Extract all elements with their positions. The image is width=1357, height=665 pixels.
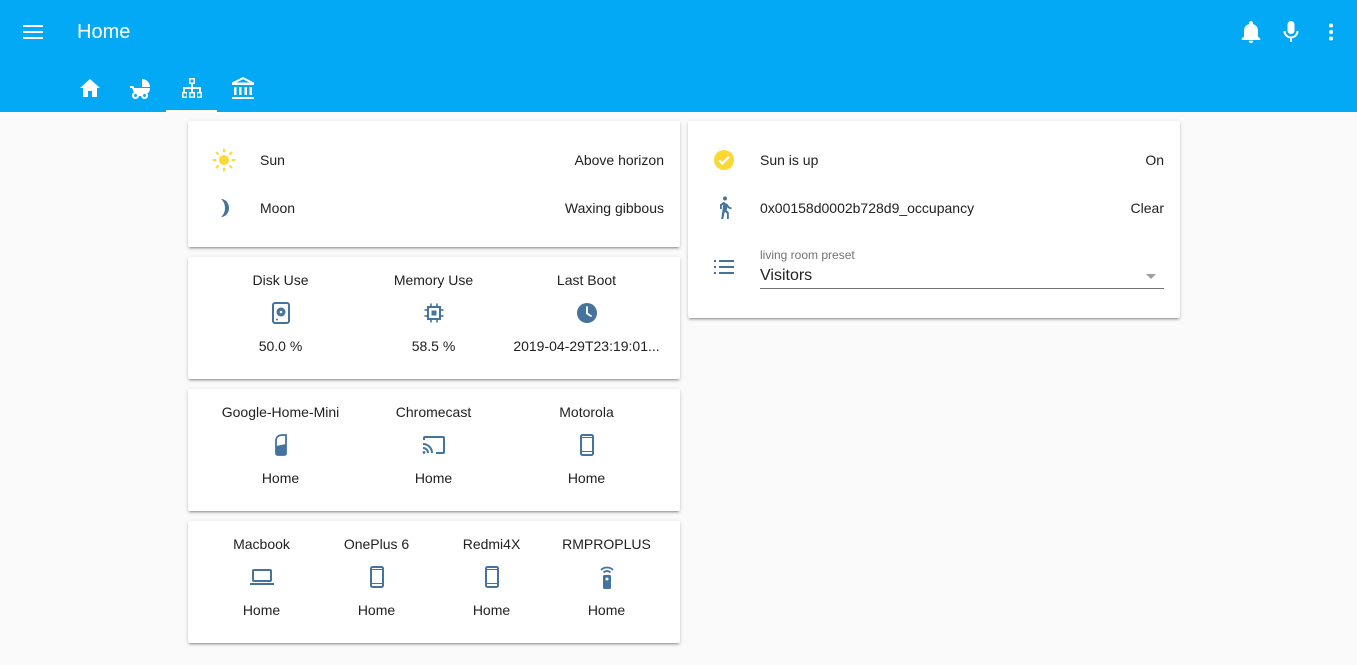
- bank-icon: [231, 77, 254, 99]
- chip-icon: [422, 301, 446, 325]
- walk-icon: [712, 196, 736, 220]
- glance-name: Google-Home-Mini: [221, 404, 340, 420]
- network-icon: [181, 78, 202, 98]
- glance-name: RMPROPLUS: [562, 536, 651, 552]
- glance-rmproplus[interactable]: RMPROPLUS Home: [549, 534, 664, 620]
- glance-state: Home: [567, 470, 606, 486]
- glance-state: Home: [261, 470, 300, 486]
- entity-name: Sun: [260, 152, 285, 168]
- select-dropdown[interactable]: Visitors: [760, 263, 1164, 289]
- harddisk-icon: [269, 301, 293, 325]
- entity-state: On: [1145, 152, 1164, 168]
- microphone-icon[interactable]: [1279, 18, 1303, 46]
- remote-icon: [595, 565, 619, 589]
- list-icon: [712, 255, 736, 279]
- tab-stroller[interactable]: [115, 64, 166, 112]
- entities-card: Sun Above horizon Moon Waxing gibbous: [188, 121, 680, 247]
- laptop-icon: [249, 565, 274, 589]
- glance-state: Home: [472, 602, 511, 618]
- entity-row-sun-is-up[interactable]: Sun is up On: [688, 140, 1180, 180]
- glance-state: 50.0 %: [258, 338, 303, 354]
- entity-row-occupancy[interactable]: 0x00158d0002b728d9_occupancy Clear: [688, 188, 1180, 228]
- devices2-glance-card: Macbook Home OnePlus 6 Home Redmi4X Home…: [188, 521, 680, 643]
- preset-select[interactable]: living room preset Visitors: [760, 247, 1164, 289]
- phone-icon: [480, 565, 504, 589]
- phone-icon: [365, 565, 389, 589]
- select-value: Visitors: [760, 267, 813, 284]
- glance-name: OnePlus 6: [343, 536, 410, 552]
- right-entities-card: Sun is up On 0x00158d0002b728d9_occupanc…: [688, 121, 1180, 318]
- glance-macbook[interactable]: Macbook Home: [204, 534, 319, 620]
- glance-state: 58.5 %: [411, 338, 456, 354]
- glance-state: Home: [357, 602, 396, 618]
- clock-icon: [575, 301, 599, 325]
- glance-name: Disk Use: [252, 272, 309, 288]
- glance-motorola[interactable]: Motorola Home: [510, 402, 663, 488]
- glance-name: Macbook: [233, 536, 290, 552]
- glance-state: 2019-04-29T23:19:01...: [513, 338, 660, 354]
- entity-state: Clear: [1130, 200, 1164, 216]
- app-header: Home: [0, 0, 1357, 112]
- entity-state: Waxing gibbous: [564, 200, 664, 216]
- tab-home[interactable]: [64, 64, 115, 112]
- glance-memory-use[interactable]: Memory Use 58.5 %: [357, 270, 510, 356]
- entity-row-moon[interactable]: Moon Waxing gibbous: [188, 188, 680, 228]
- sun-icon: [212, 148, 236, 172]
- header-actions: [1239, 18, 1343, 46]
- stroller-icon: [129, 79, 150, 99]
- glance-oneplus-6[interactable]: OnePlus 6 Home: [319, 534, 434, 620]
- glance-google-home-mini[interactable]: Google-Home-Mini Home: [204, 402, 357, 488]
- glance-name: Redmi4X: [462, 536, 521, 552]
- glance-name: Last Boot: [556, 272, 617, 288]
- glance-name: Memory Use: [393, 272, 474, 288]
- glance-chromecast[interactable]: Chromecast Home: [357, 402, 510, 488]
- dropdown-arrow-icon[interactable]: [1146, 274, 1156, 279]
- glance-name: Motorola: [559, 404, 614, 420]
- view-tabs: [64, 64, 268, 112]
- phone-icon: [575, 433, 599, 457]
- bell-icon[interactable]: [1239, 18, 1263, 46]
- devices-glance-card: Google-Home-Mini Home Chromecast Home Mo…: [188, 389, 680, 511]
- entity-name: 0x00158d0002b728d9_occupancy: [760, 200, 975, 216]
- home-icon: [79, 79, 100, 97]
- glance-state: Home: [242, 602, 281, 618]
- entity-name: Moon: [260, 200, 296, 216]
- more-vert-icon[interactable]: [1319, 18, 1343, 46]
- menu-icon[interactable]: [20, 20, 46, 44]
- google-home-icon: [269, 433, 293, 457]
- select-label: living room preset: [760, 248, 855, 262]
- entity-name: Sun is up: [760, 152, 819, 168]
- moon-icon: [212, 196, 236, 220]
- tab-bank[interactable]: [217, 64, 268, 112]
- check-circle-icon: [712, 148, 736, 172]
- page-title: Home: [77, 21, 131, 43]
- glance-disk-use[interactable]: Disk Use 50.0 %: [204, 270, 357, 356]
- system-glance-card: Disk Use 50.0 % Memory Use 58.5 % Last B…: [188, 257, 680, 379]
- glance-state: Home: [414, 470, 453, 486]
- glance-last-boot[interactable]: Last Boot 2019-04-29T23:19:01...: [510, 270, 663, 356]
- tab-network[interactable]: [166, 64, 217, 112]
- entity-row-sun[interactable]: Sun Above horizon: [188, 140, 680, 180]
- glance-state: Home: [587, 602, 626, 618]
- glance-redmi4x[interactable]: Redmi4X Home: [434, 534, 549, 620]
- glance-name: Chromecast: [395, 404, 472, 420]
- entity-state: Above horizon: [574, 152, 664, 168]
- cast-icon: [422, 433, 446, 457]
